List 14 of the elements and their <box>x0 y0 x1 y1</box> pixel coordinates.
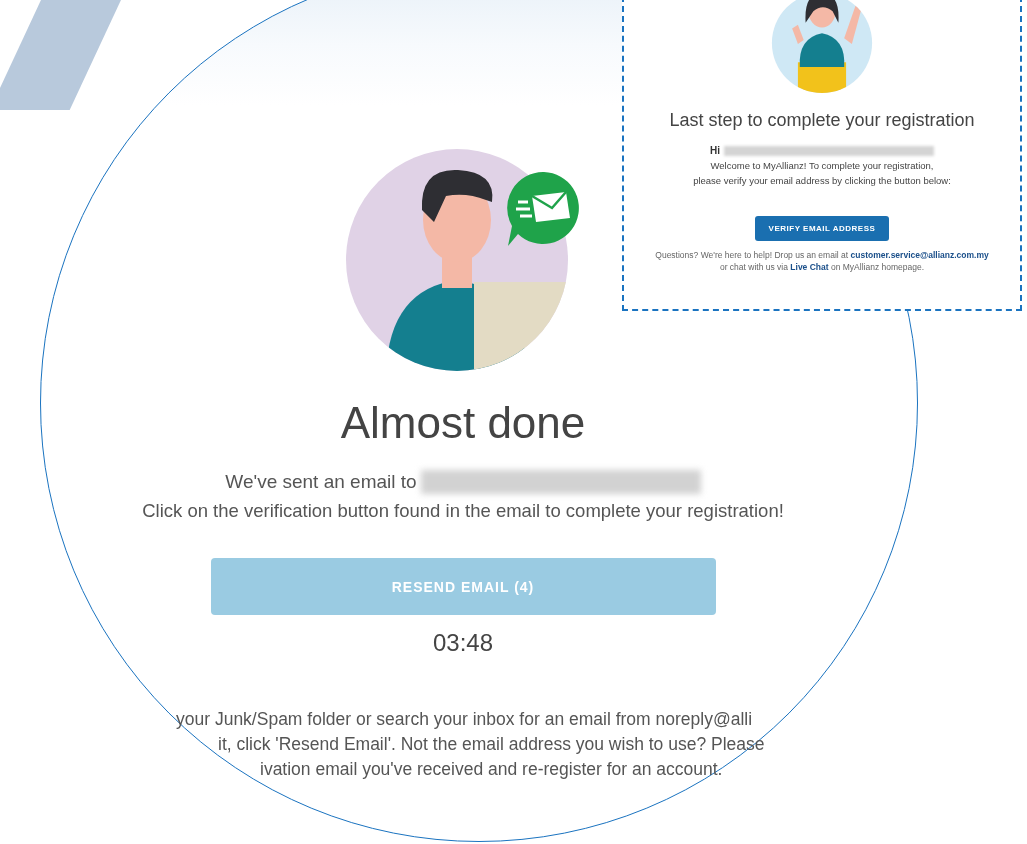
verify-email-button[interactable]: VERIFY EMAIL ADDRESS <box>754 216 890 241</box>
sent-message: We've sent an email to <box>225 471 417 493</box>
instruction-text: Click on the verification button found in the email to complete your registration! <box>142 500 784 522</box>
page-heading: Almost done <box>340 398 586 448</box>
email-body-text: Welcome to MyAllianz! To complete your registration, <box>710 160 934 171</box>
email-footer-text: Questions? We're here to help! Drop us an email at customer.service@allianz.com.my or chat with us via Live Chat on MyAllianz homepage. <box>655 249 989 273</box>
help-text: ivation email you've received and re-register for an account. <box>260 758 723 781</box>
countdown-timer: 03:48 <box>432 629 494 657</box>
email-body-text: please verify your email address by clicking the button below: <box>693 175 951 186</box>
email-heading: Last step to complete your registration <box>669 110 975 131</box>
greeting-text: Hi <box>710 145 720 156</box>
live-chat-link[interactable]: Live Chat <box>790 262 829 272</box>
support-email-link[interactable]: customer.service@allianz.com.my <box>850 250 989 260</box>
help-text: your Junk/Spam folder or search your inbox for an email from noreply@alli <box>176 708 753 731</box>
